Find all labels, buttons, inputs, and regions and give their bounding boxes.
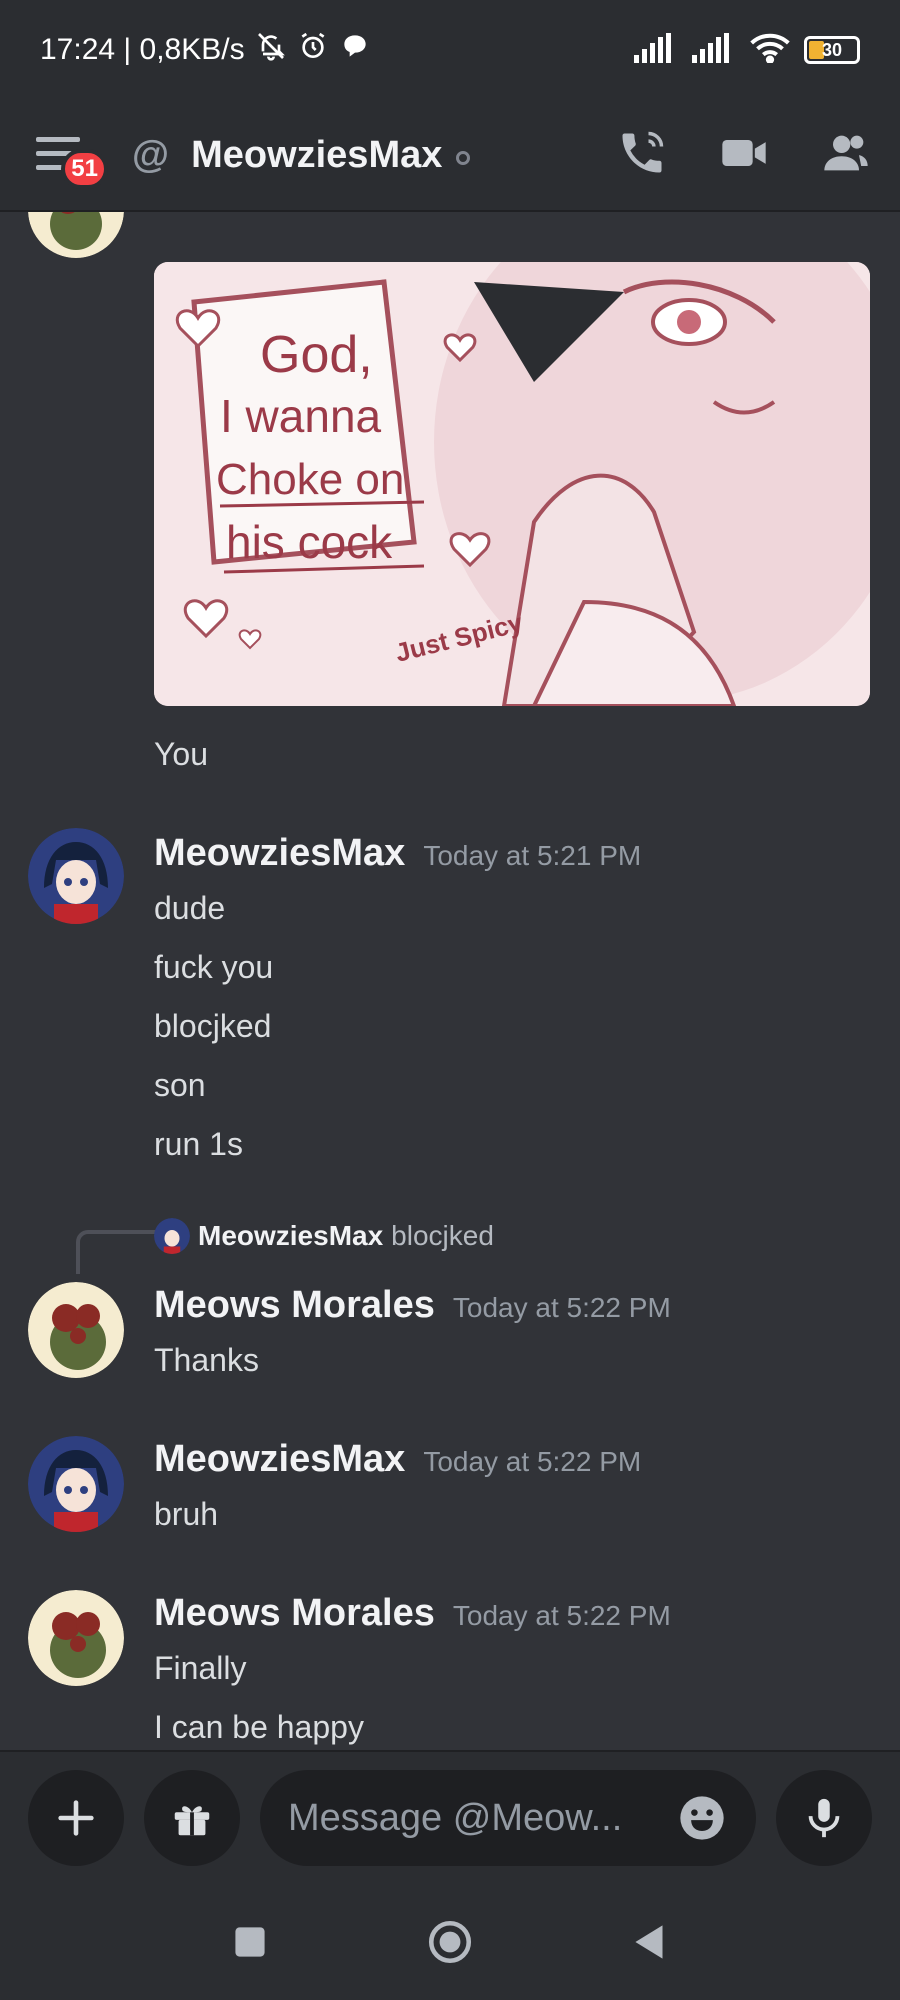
message-timestamp: Today at 5:21 PM bbox=[423, 840, 642, 871]
battery-icon: 30 bbox=[804, 36, 860, 64]
message-text: blocjked bbox=[154, 1008, 272, 1044]
signal-icon bbox=[692, 32, 736, 68]
menu-button[interactable]: 51 bbox=[28, 123, 108, 189]
voice-message-button[interactable] bbox=[776, 1770, 872, 1866]
image-caption-line-4: his cock bbox=[226, 516, 393, 568]
avatar-meows-morales[interactable] bbox=[28, 212, 124, 258]
signal-icon bbox=[634, 32, 678, 68]
message-input-wrapper[interactable] bbox=[260, 1770, 756, 1866]
message-author[interactable]: MeowziesMax bbox=[154, 832, 405, 874]
message-input[interactable] bbox=[288, 1796, 676, 1840]
video-icon[interactable] bbox=[718, 127, 770, 184]
message-text: bruh bbox=[154, 1496, 219, 1532]
message-timestamp: Today at 5:22 PM bbox=[452, 1292, 671, 1323]
message-timestamp: Today at 5:22 PM bbox=[423, 1446, 642, 1477]
dm-name[interactable]: MeowziesMax bbox=[191, 134, 442, 177]
message-author[interactable]: Meows Morales bbox=[154, 1284, 435, 1326]
image-caption-line-3: Choke on bbox=[216, 455, 404, 504]
message-composer bbox=[0, 1750, 900, 1884]
plus-icon bbox=[58, 1800, 94, 1836]
message-text: fuck you bbox=[154, 949, 274, 985]
message-author-row: Meows Morales Today at 5:22 PM bbox=[154, 1284, 671, 1327]
message-text: son bbox=[154, 1067, 206, 1103]
message-list[interactable]: God, I wanna Choke on his cock Just Spic… bbox=[0, 212, 900, 1750]
channel-header: 51 @ MeowziesMax bbox=[0, 100, 900, 212]
nav-recents-icon[interactable] bbox=[225, 1917, 275, 1967]
image-caption-line-2: I wanna bbox=[220, 390, 382, 442]
message-text: Finally bbox=[154, 1650, 247, 1686]
avatar-meowziesmax[interactable] bbox=[28, 828, 124, 924]
emoji-icon[interactable] bbox=[676, 1792, 728, 1844]
unread-badge: 51 bbox=[61, 149, 108, 189]
avatar-meowziesmax[interactable] bbox=[28, 1436, 124, 1532]
message-text: Thanks bbox=[154, 1342, 259, 1378]
reply-avatar bbox=[154, 1218, 190, 1254]
avatar-meows-morales[interactable] bbox=[28, 1282, 124, 1378]
image-attachment[interactable]: God, I wanna Choke on his cock Just Spic… bbox=[154, 262, 870, 706]
reply-text: blocjked bbox=[391, 1220, 494, 1251]
reply-preview[interactable]: MeowziesMax blocjked bbox=[154, 1218, 494, 1254]
reply-author: MeowziesMax bbox=[198, 1220, 384, 1251]
avatar-meows-morales[interactable] bbox=[28, 1590, 124, 1686]
status-bar: 17:24 | 0,8KB/s 30 bbox=[0, 0, 900, 100]
phone-icon[interactable] bbox=[616, 127, 668, 184]
chat-bubble-icon bbox=[339, 30, 371, 70]
message-author[interactable]: Meows Morales bbox=[154, 1592, 435, 1634]
offline-status-dot bbox=[456, 151, 471, 165]
add-attachment-button[interactable] bbox=[28, 1770, 124, 1866]
status-time: 17:24 | 0,8KB/s bbox=[40, 33, 245, 66]
message-text: dude bbox=[154, 890, 226, 926]
message-text: You bbox=[154, 736, 208, 772]
gift-icon bbox=[174, 1806, 210, 1836]
nav-back-icon[interactable] bbox=[625, 1917, 675, 1967]
reply-connector bbox=[76, 1230, 156, 1274]
at-icon: @ bbox=[132, 133, 170, 176]
members-icon[interactable] bbox=[820, 127, 872, 184]
gift-button[interactable] bbox=[144, 1770, 240, 1866]
message-author-row: Meows Morales Today at 5:22 PM bbox=[154, 1592, 671, 1635]
system-nav-bar bbox=[0, 1884, 900, 2000]
status-left: 17:24 | 0,8KB/s bbox=[40, 30, 371, 70]
mic-icon bbox=[808, 1798, 840, 1838]
bell-off-icon bbox=[255, 30, 287, 70]
status-right: 30 bbox=[634, 32, 860, 68]
message-text: I can be happy bbox=[154, 1709, 364, 1745]
alarm-icon bbox=[297, 30, 329, 70]
message-timestamp: Today at 5:22 PM bbox=[452, 1600, 671, 1631]
nav-home-icon[interactable] bbox=[425, 1917, 475, 1967]
message-author[interactable]: MeowziesMax bbox=[154, 1438, 405, 1480]
header-actions bbox=[616, 127, 872, 184]
message-author-row: MeowziesMax Today at 5:22 PM bbox=[154, 1438, 641, 1481]
message-text: run 1s bbox=[154, 1126, 243, 1162]
image-caption-line-1: God, bbox=[260, 326, 373, 384]
battery-level: 30 bbox=[821, 39, 843, 60]
wifi-icon bbox=[750, 33, 790, 68]
message-author-row: MeowziesMax Today at 5:21 PM bbox=[154, 832, 641, 875]
